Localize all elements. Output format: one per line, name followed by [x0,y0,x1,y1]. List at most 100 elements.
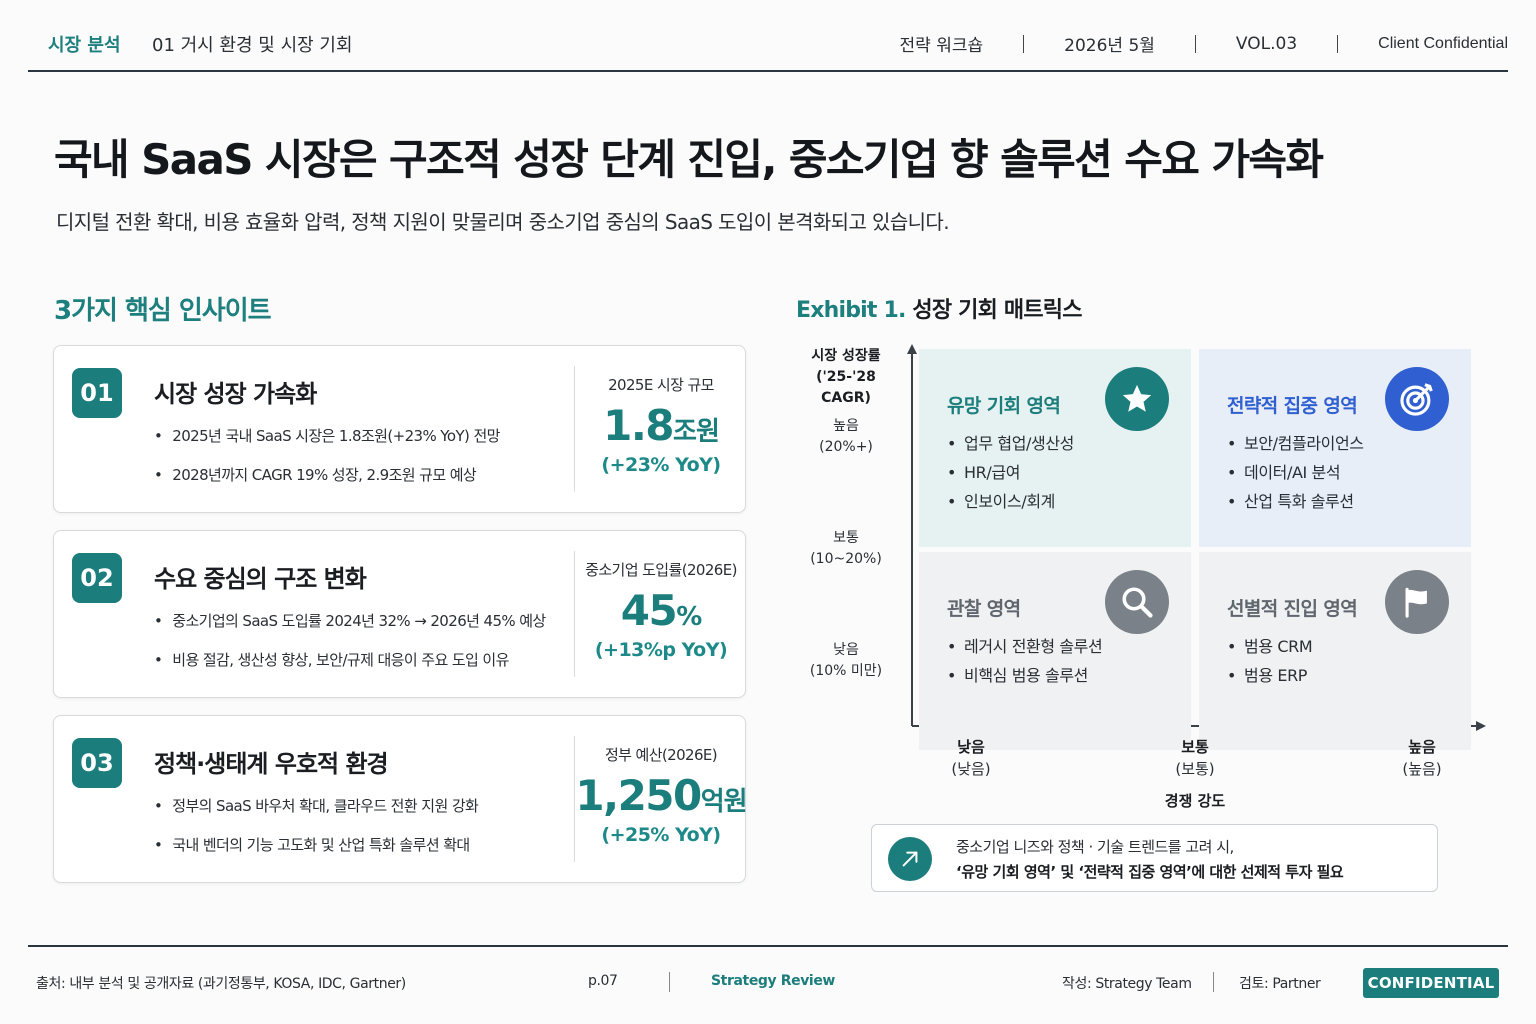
footer-divider [28,945,1508,947]
quadrant-item: 범용 ERP [1227,665,1312,686]
footer-source: 출처: 내부 분석 및 공개자료 (과기정통부, KOSA, IDC, Gart… [36,976,406,992]
meta-workshop: 전략 워크숍 [899,36,984,56]
y-axis-title: 시장 성장률 ('25-'28 CAGR) [790,346,902,409]
y-level-range: (20%+) [819,439,873,455]
bullet: 2025년 국내 SaaS 시장은 1.8조원(+23% YoY) 전망 [154,426,500,446]
footer-reviewer: 검토: Partner [1239,976,1321,992]
quadrant-title: 전략적 집중 영역 [1227,395,1358,417]
metric-value: 45% [575,586,747,635]
card-bullets: 정부의 SaaS 바우처 확대, 클라우드 전환 지원 강화 국내 벤더의 기능… [154,796,479,874]
x-level-sub: (높음) [1402,760,1442,778]
metric-number: 1,250 [575,771,702,820]
quadrant-item: 데이터/AI 분석 [1227,462,1364,483]
metric-number: 45 [620,586,678,635]
card-bullets: 중소기업의 SaaS 도입률 2024년 32% → 2026년 45% 예상 … [154,611,546,689]
page-subtitle: 디지털 전환 확대, 비용 효율화 압력, 정책 지원이 맞물리며 중소기업 중… [56,210,950,234]
insight-card: 03 정책·생태계 우호적 환경 정부의 SaaS 바우처 확대, 클라우드 전… [53,715,748,884]
callout-line2: ‘유망 기회 영역’ 및 ‘전략적 집중 영역’에 대한 선제적 투자 필요 [956,863,1344,881]
card-title: 시장 성장 가속화 [154,380,317,408]
section-label: 시장 분석 [48,35,121,56]
x-axis-title: 경쟁 강도 [1164,792,1226,810]
metric-label: 2025E 시장 규모 [608,376,714,394]
target-icon [1385,367,1449,431]
card-number: 01 [72,368,122,418]
divider [1213,972,1214,992]
metric-change: (+13%p YoY) [594,639,728,661]
bullet: 2028년까지 CAGR 19% 성장, 2.9조원 규모 예상 [154,465,500,485]
quadrant-items: 범용 CRM 범용 ERP [1227,636,1313,694]
insights-title: 3가지 핵심 인사이트 [54,296,272,326]
x-level-name: 높음 [1408,738,1436,756]
metric-change: (+25% YoY) [601,824,721,846]
star-icon [1105,367,1169,431]
bullet: 정부의 SaaS 바우처 확대, 클라우드 전환 지원 강화 [154,796,479,816]
quadrant-item: 업무 협업/생산성 [947,433,1074,454]
callout-line1: 중소기업 니즈와 정책 · 기술 트렌드를 고려 시, [956,838,1234,856]
metric-number: 1.8 [603,401,674,450]
quadrant-item: HR/급여 [947,462,1074,483]
divider [1194,34,1196,53]
card-number: 03 [72,738,122,788]
card-metric: 2025E 시장 규모 1.8조원 (+23% YoY) [575,346,747,514]
y-level-mid: 보통 (10~20%) [790,528,902,570]
divider [1023,34,1025,53]
quadrant-items: 레거시 전환형 솔루션 비핵심 범용 솔루션 [947,636,1103,694]
flag-icon [1385,570,1449,634]
exhibit-number: Exhibit 1. [796,298,906,323]
y-level-range: (10~20%) [810,551,882,567]
x-level-sub: (보통) [1175,760,1215,778]
quadrant-item: 레거시 전환형 솔루션 [947,636,1103,657]
quadrant-selective: 선별적 진입 영역 범용 CRM 범용 ERP [1199,552,1471,750]
quadrant-title: 유망 기회 영역 [947,395,1061,417]
x-level-mid: 보통 (보통) [1135,736,1255,780]
insight-card: 01 시장 성장 가속화 2025년 국내 SaaS 시장은 1.8조원(+23… [53,345,746,513]
divider [669,972,670,992]
metric-label: 정부 예산(2026E) [604,746,718,764]
meta-volume: VOL.03 [1235,33,1298,54]
metric-value: 1.8조원 [575,401,747,450]
quadrant-item: 산업 특화 솔루션 [1227,491,1364,512]
metric-unit: % [676,602,702,632]
quadrant-title: 관찰 영역 [947,598,1021,620]
quadrant-item: 인보이스/회계 [947,491,1074,512]
card-metric: 중소기업 도입률(2026E) 45% (+13%p YoY) [575,531,747,699]
page-title: 국내 SaaS 시장은 구조적 성장 단계 진입, 중소기업 향 솔루션 수요 … [54,135,1324,184]
bullet: 중소기업의 SaaS 도입률 2024년 32% → 2026년 45% 예상 [154,611,546,631]
metric-label: 중소기업 도입률(2026E) [585,561,737,579]
exhibit-name: 성장 기회 매트릭스 [912,298,1082,323]
x-level-high: 높음 (높음) [1362,736,1482,780]
quadrant-item: 비핵심 범용 솔루션 [947,665,1102,686]
meta-date: 2026년 5월 [1064,36,1155,56]
x-level-low: 낮음 (낮음) [911,736,1031,780]
footer-page-number: p.07 [588,973,618,989]
card-title: 정책·생태계 우호적 환경 [154,750,389,778]
divider [1337,34,1339,53]
card-metric: 정부 예산(2026E) 1,250억원 (+25% YoY) [575,716,747,884]
footer-author: 작성: Strategy Team [1062,976,1192,992]
x-level-name: 낮음 [957,738,985,756]
callout-box: 중소기업 니즈와 정책 · 기술 트렌드를 고려 시, ‘유망 기회 영역’ 및… [871,824,1438,892]
quadrant-strategic: 전략적 집중 영역 보안/컴플라이언스 데이터/AI 분석 산업 특화 솔루션 [1199,349,1471,547]
page-header: 시장 분석 01 거시 환경 및 시장 기회 전략 워크숍 2026년 5월 V… [28,0,1508,72]
header-meta: 전략 워크숍 2026년 5월 VOL.03 Client Confidenti… [899,31,1508,57]
card-number: 02 [72,553,122,603]
metric-value: 1,250억원 [575,771,747,820]
x-level-sub: (낮음) [951,760,991,778]
meta-confidential: Client Confidential [1378,34,1508,52]
bullet: 비용 절감, 생산성 향상, 보안/규제 대응이 주요 도입 이유 [154,650,546,670]
y-level-range: (10% 미만) [809,663,883,679]
footer-brand: Strategy Review [711,973,835,989]
subsection-label: 01 거시 환경 및 시장 기회 [152,35,353,56]
y-level-name: 높음 [833,418,859,434]
y-level-name: 낮음 [833,642,859,658]
arrow-up-right-icon [888,837,932,881]
card-bullets: 2025년 국내 SaaS 시장은 1.8조원(+23% YoY) 전망 202… [154,426,500,504]
metric-unit: 억원 [700,787,748,817]
quadrant-watch: 관찰 영역 레거시 전환형 솔루션 비핵심 범용 솔루션 [919,552,1191,750]
y-axis-title-line2: ('25-'28 CAGR) [816,369,876,406]
metric-unit: 조원 [673,417,720,447]
bullet: 국내 벤더의 기능 고도화 및 산업 특화 솔루션 확대 [154,835,478,855]
confidential-badge: CONFIDENTIAL [1363,968,1499,998]
y-axis-title-line1: 시장 성장률 [811,348,881,364]
quadrant-promising: 유망 기회 영역 업무 협업/생산성 HR/급여 인보이스/회계 [919,349,1191,547]
